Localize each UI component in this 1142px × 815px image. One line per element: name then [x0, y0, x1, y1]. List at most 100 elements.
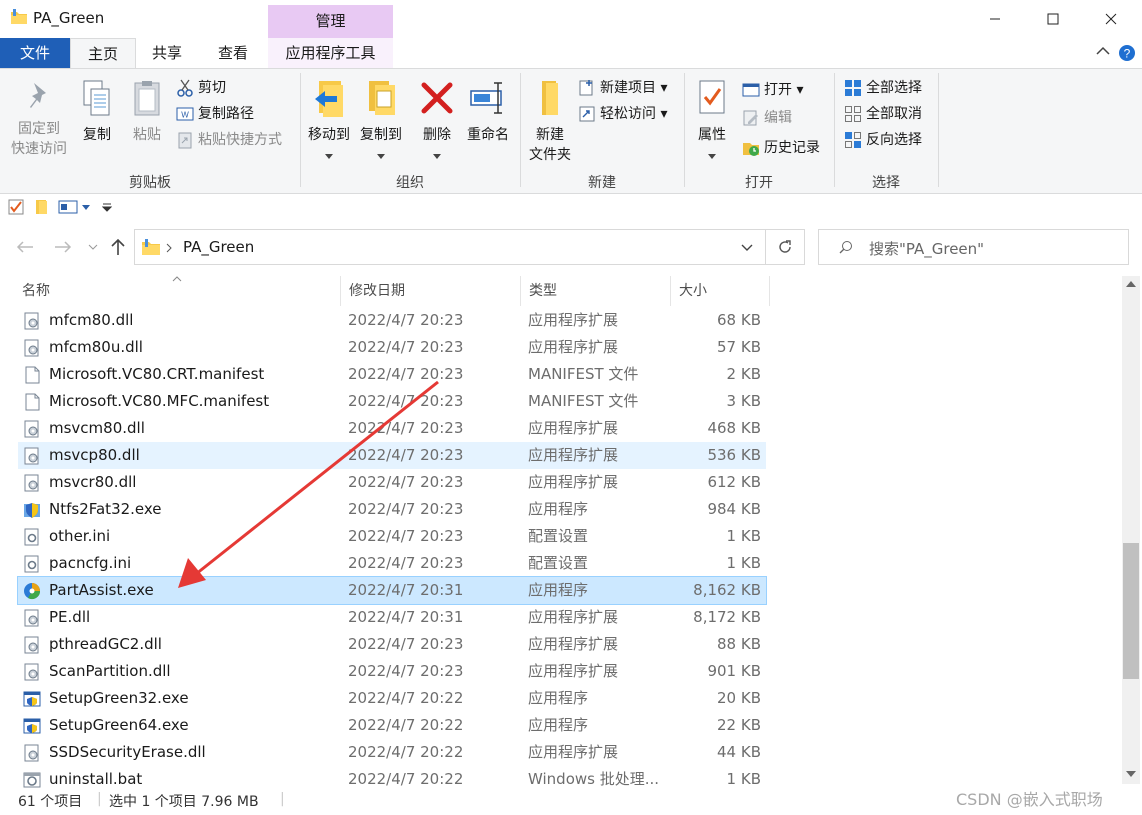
rename-button[interactable]: 重命名	[462, 77, 514, 145]
move-to-button[interactable]: 移动到	[304, 77, 354, 165]
scroll-up-arrow-icon[interactable]	[1126, 280, 1136, 288]
properties-check-icon[interactable]	[8, 199, 24, 215]
column-header-type[interactable]: 类型	[521, 276, 671, 306]
collapse-ribbon-icon[interactable]	[1096, 46, 1110, 56]
tab-share[interactable]: 共享	[136, 38, 198, 68]
paste-shortcut-button[interactable]: 粘贴快捷方式	[176, 129, 282, 151]
file-date: 2022/4/7 20:23	[348, 554, 464, 572]
file-row[interactable]: PartAssist.exe 2022/4/7 20:31 应用程序 8,162 KB	[17, 576, 767, 605]
file-size: 1 KB	[726, 527, 761, 545]
file-row[interactable]: Microsoft.VC80.CRT.manifest 2022/4/7 20:2…	[18, 361, 766, 388]
file-size: 3 KB	[726, 392, 761, 410]
group-label-select: 选择	[872, 175, 900, 191]
dll-icon	[24, 420, 39, 438]
address-dropdown-chevron-icon[interactable]	[741, 244, 753, 252]
file-row[interactable]: msvcm80.dll 2022/4/7 20:23 应用程序扩展 468 KB	[18, 415, 766, 442]
dll-icon	[24, 663, 39, 681]
refresh-button[interactable]	[766, 229, 805, 265]
ribbon-separator	[300, 73, 301, 187]
tab-home[interactable]: 主页	[70, 38, 136, 69]
select-all-label: 全部选择	[866, 80, 922, 96]
recent-locations-chevron-icon[interactable]	[88, 244, 98, 250]
maximize-button[interactable]	[1024, 0, 1082, 38]
properties-button[interactable]: 属性	[690, 77, 734, 165]
dropdown-arrow-icon[interactable]	[82, 205, 90, 210]
pin-quick-access-button[interactable]: 固定到 快速访问	[8, 79, 70, 159]
new-item-button[interactable]: 新建项目 ▾	[578, 77, 667, 99]
file-row[interactable]: SetupGreen32.exe 2022/4/7 20:22 应用程序 20 KB	[18, 685, 766, 712]
pin-icon	[30, 83, 46, 108]
open-button[interactable]: 打开 ▾	[742, 79, 803, 101]
file-type: 应用程序扩展	[528, 608, 619, 626]
file-row[interactable]: ScanPartition.dll 2022/4/7 20:23 应用程序扩展 901…	[18, 658, 766, 685]
file-row[interactable]: msvcp80.dll 2022/4/7 20:23 应用程序扩展 536 KB	[18, 442, 766, 469]
copy-path-button[interactable]: W 复制路径	[176, 103, 254, 125]
file-icon	[25, 393, 40, 411]
svg-text:W: W	[181, 111, 189, 120]
invert-selection-button[interactable]: 反向选择	[844, 129, 922, 151]
file-row[interactable]: other.ini 2022/4/7 20:23 配置设置 1 KB	[18, 523, 766, 550]
history-button[interactable]: 历史记录	[742, 137, 820, 159]
column-header-name[interactable]: 名称	[14, 276, 341, 306]
ribbon-tabs: 文件 主页 共享 查看 应用程序工具	[0, 38, 1142, 69]
invert-selection-label: 反向选择	[866, 132, 922, 148]
cut-button[interactable]: 剪切	[176, 77, 226, 99]
help-icon[interactable]: ?	[1118, 44, 1136, 62]
select-all-button[interactable]: 全部选择	[844, 77, 922, 99]
select-none-button[interactable]: 全部取消	[844, 103, 922, 125]
file-row[interactable]: Ntfs2Fat32.exe 2022/4/7 20:23 应用程序 984 KB	[18, 496, 766, 523]
view-icon[interactable]	[58, 200, 78, 214]
customize-toolbar-icon[interactable]	[102, 202, 112, 212]
minimize-button[interactable]	[966, 0, 1024, 38]
column-header-date[interactable]: 修改日期	[341, 276, 521, 306]
copy-to-button[interactable]: 复制到	[356, 77, 406, 165]
file-row[interactable]: SSDSecurityErase.dll 2022/4/7 20:22 应用程序扩展…	[18, 739, 766, 766]
column-header-size[interactable]: 大小	[671, 276, 770, 306]
easy-access-button[interactable]: 轻松访问 ▾	[578, 103, 667, 125]
file-type: 应用程序	[528, 716, 589, 734]
forward-arrow-icon[interactable]	[54, 240, 72, 254]
scrollbar-thumb[interactable]	[1123, 543, 1139, 679]
file-row[interactable]: msvcr80.dll 2022/4/7 20:23 应用程序扩展 612 KB	[18, 469, 766, 496]
file-row[interactable]: Microsoft.VC80.MFC.manifest 2022/4/7 20:2…	[18, 388, 766, 415]
new-folder-quick-icon[interactable]	[34, 199, 48, 215]
close-icon	[1105, 13, 1117, 25]
tab-file[interactable]: 文件	[0, 38, 70, 68]
file-name: msvcm80.dll	[49, 419, 145, 437]
up-arrow-icon[interactable]	[110, 238, 126, 256]
scissors-icon	[177, 79, 193, 97]
new-item-icon	[579, 80, 593, 96]
vertical-scrollbar[interactable]	[1122, 276, 1140, 784]
tab-view[interactable]: 查看	[198, 38, 268, 68]
file-size: 57 KB	[717, 338, 761, 356]
new-folder-icon	[542, 81, 558, 115]
invert-selection-icon	[845, 132, 861, 148]
file-type: 应用程序扩展	[528, 662, 619, 680]
file-row[interactable]: PE.dll 2022/4/7 20:31 应用程序扩展 8,172 KB	[18, 604, 766, 631]
file-row[interactable]: mfcm80u.dll 2022/4/7 20:23 应用程序扩展 57 KB	[18, 334, 766, 361]
address-bar[interactable]: PA_Green	[134, 229, 766, 265]
new-folder-button[interactable]: 新建 文件夹	[524, 77, 576, 165]
file-row[interactable]: pthreadGC2.dll 2022/4/7 20:23 应用程序扩展 88 KB	[18, 631, 766, 658]
breadcrumb-current[interactable]: PA_Green	[183, 238, 254, 256]
delete-button[interactable]: 删除	[414, 77, 460, 165]
refresh-icon	[779, 240, 791, 253]
file-type: 应用程序	[528, 689, 589, 707]
file-row[interactable]: pacncfg.ini 2022/4/7 20:23 配置设置 1 KB	[18, 550, 766, 577]
file-row[interactable]: mfcm80.dll 2022/4/7 20:23 应用程序扩展 68 KB	[18, 307, 766, 334]
paste-icon	[134, 81, 160, 116]
paste-button[interactable]: 粘贴	[126, 79, 168, 145]
scroll-down-arrow-icon[interactable]	[1126, 770, 1136, 778]
file-date: 2022/4/7 20:23	[348, 392, 464, 410]
tab-app-tools[interactable]: 应用程序工具	[268, 38, 393, 68]
close-button[interactable]	[1082, 0, 1140, 38]
edit-button[interactable]: 编辑	[742, 107, 792, 129]
back-arrow-icon[interactable]	[16, 240, 34, 254]
move-to-icon	[315, 81, 343, 117]
file-row[interactable]: SetupGreen64.exe 2022/4/7 20:22 应用程序 22 KB	[18, 712, 766, 739]
file-size: 1 KB	[726, 554, 761, 572]
search-box[interactable]: 搜索"PA_Green"	[818, 229, 1129, 265]
copy-button[interactable]: 复制	[76, 79, 118, 145]
item-count: 61 个项目	[18, 794, 83, 810]
select-all-icon	[845, 80, 861, 96]
